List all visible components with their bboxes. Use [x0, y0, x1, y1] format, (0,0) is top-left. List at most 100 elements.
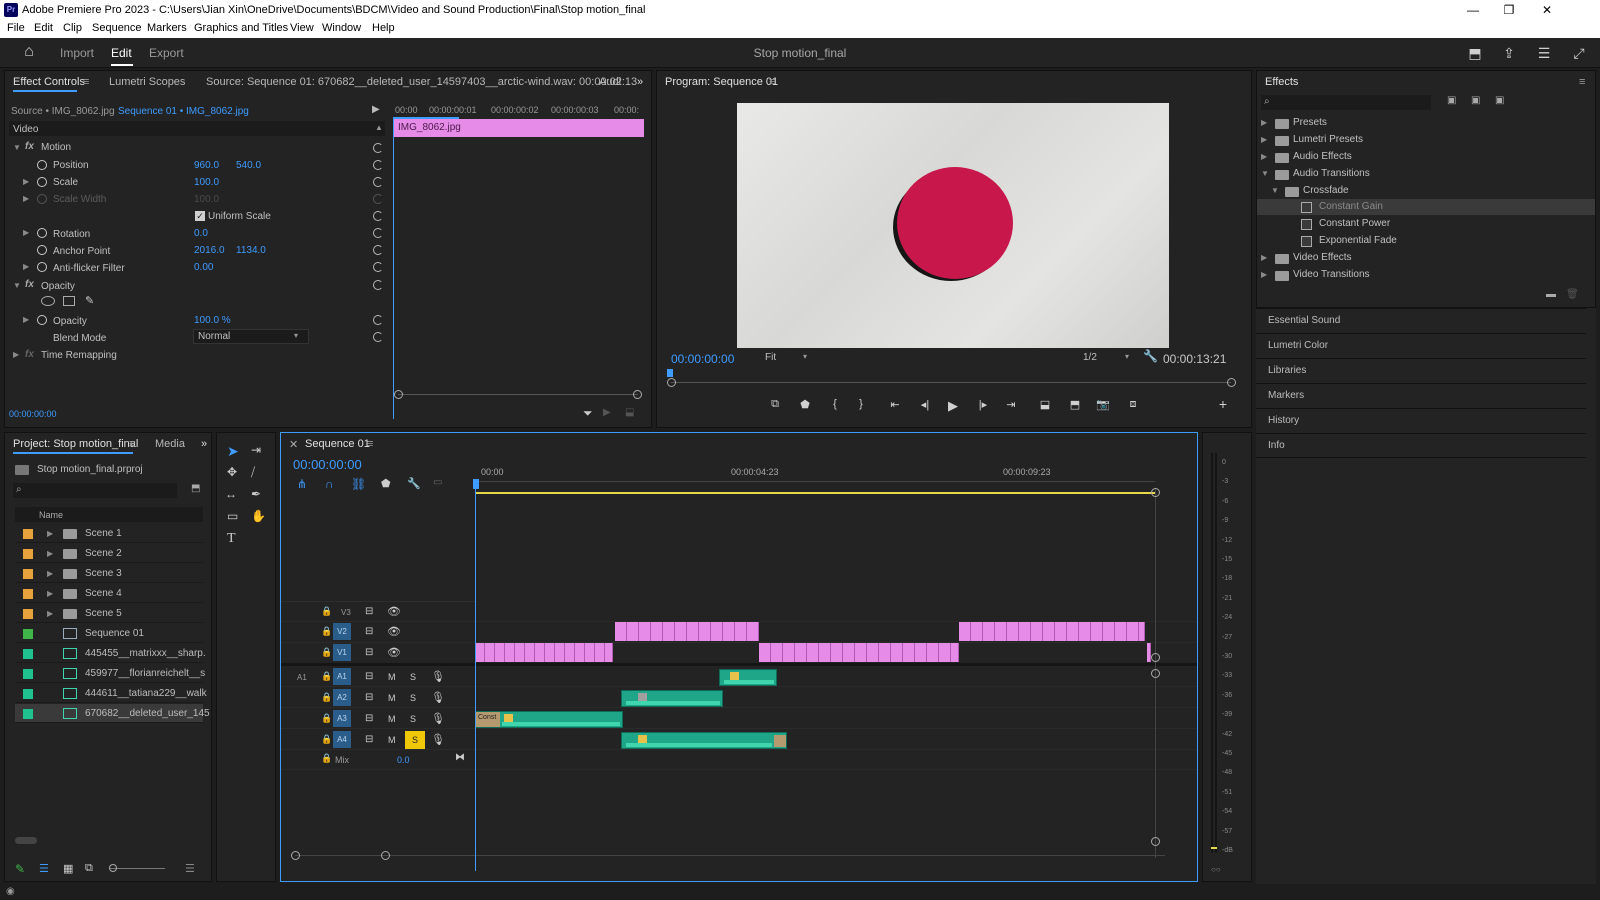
hand-tool-icon[interactable]: ✋ — [251, 509, 266, 523]
label-color-chip[interactable] — [23, 629, 33, 639]
hscroll-left[interactable] — [291, 851, 300, 860]
video-clip[interactable] — [959, 622, 971, 641]
hscroll-right[interactable] — [381, 851, 390, 860]
selection-tool-icon[interactable]: ➤ — [227, 443, 239, 460]
reset-opacity-icon[interactable] — [373, 315, 383, 325]
tree-expand-icon[interactable]: ▶ — [1261, 135, 1267, 144]
resolution-dropdown[interactable]: 1/2 ▾ — [1079, 350, 1137, 366]
home-icon[interactable]: ⌂ — [20, 43, 38, 61]
workspaces-icon[interactable]: ☰ — [1535, 44, 1553, 62]
effect-tree-item[interactable]: Audio Effects — [1293, 151, 1352, 162]
rectangle-mask-icon[interactable] — [63, 296, 75, 306]
panel-menu-icon[interactable]: ≡ — [83, 76, 89, 88]
effect-tree-item[interactable]: Constant Gain — [1319, 201, 1383, 212]
tree-expand-icon[interactable]: ▶ — [1261, 253, 1267, 262]
track-select-tool-icon[interactable]: ⇥ — [251, 443, 261, 457]
a4-lock-icon[interactable]: 🔒 — [321, 734, 332, 745]
zoom-slider-handle[interactable] — [109, 864, 117, 872]
menu-edit[interactable]: Edit — [34, 22, 53, 34]
video-clip[interactable] — [605, 643, 613, 662]
writable-icon[interactable]: ✎ — [15, 862, 25, 876]
icon-view-icon[interactable]: ▦ — [63, 862, 73, 875]
reset-anchor-icon[interactable] — [373, 245, 383, 255]
effects-menu-icon[interactable]: ≡ — [1579, 76, 1585, 88]
bin-expand-icon[interactable]: ▶ — [47, 589, 53, 598]
effect-tree-item[interactable]: Presets — [1293, 117, 1327, 128]
sort-icon[interactable]: ☰ — [185, 862, 195, 875]
bin-expand-icon[interactable]: ▶ — [47, 549, 53, 558]
opacity-value[interactable]: 100.0 % — [194, 315, 231, 326]
tab-lumetri-scopes[interactable]: Lumetri Scopes — [109, 76, 185, 88]
timeline-settings-icon[interactable]: 🔧 — [407, 477, 421, 490]
a4-target-button[interactable]: A4 — [333, 731, 351, 748]
project-more-icon[interactable]: » — [201, 438, 207, 450]
v2-eye-icon[interactable]: 👁 — [387, 625, 401, 638]
label-color-chip[interactable] — [23, 669, 33, 679]
mark-out-icon[interactable]: } — [853, 398, 869, 410]
vscroll-handle-mid[interactable] — [1151, 653, 1160, 662]
video-clip[interactable] — [595, 643, 605, 662]
video-clip[interactable] — [1139, 622, 1145, 641]
menu-help[interactable]: Help — [372, 22, 395, 34]
a3-mute-button[interactable]: M — [388, 714, 396, 724]
video-clip[interactable] — [927, 643, 939, 662]
maximize-button[interactable]: ❐ — [1494, 1, 1524, 19]
slip-tool-icon[interactable]: ↔ — [225, 487, 237, 501]
project-item[interactable]: 445455__matrixxx__sharp. — [15, 644, 206, 663]
project-search-input[interactable]: ⌕ — [13, 483, 177, 498]
tree-expand-icon[interactable]: ▼ — [1271, 186, 1279, 195]
timeline-playhead-line[interactable] — [475, 483, 476, 871]
lift-icon[interactable]: ⧉ — [767, 398, 783, 411]
tab-import[interactable]: Import — [60, 46, 94, 60]
find-icon[interactable]: ⬒ — [191, 483, 200, 494]
mix-go-to-icon[interactable]: ⧓ — [455, 752, 465, 763]
video-clip[interactable] — [843, 643, 855, 662]
list-view-icon[interactable]: ☰ — [39, 862, 49, 875]
work-area-bar[interactable] — [475, 492, 1155, 494]
anchor-y-value[interactable]: 1134.0 — [236, 245, 266, 256]
v3-eye-icon[interactable]: 👁 — [387, 605, 401, 618]
pen-tool-icon[interactable]: ✒ — [251, 487, 261, 501]
ellipse-mask-icon[interactable] — [41, 296, 55, 306]
video-clip[interactable] — [575, 643, 585, 662]
a4-sync-icon[interactable]: ⊟ — [365, 734, 373, 745]
effect-tree-item[interactable]: Video Effects — [1293, 252, 1352, 263]
uniform-scale-checkbox[interactable]: ✓ — [195, 211, 205, 221]
video-clip[interactable] — [495, 643, 505, 662]
video-clip[interactable] — [759, 643, 771, 662]
quick-export-icon[interactable]: ⬒ — [1466, 44, 1484, 62]
blend-mode-dropdown[interactable]: Normal ▾ — [193, 329, 309, 344]
audio-clip-a4[interactable] — [621, 732, 787, 749]
export-frame-icon[interactable]: 📷 — [1095, 398, 1111, 411]
video-clip[interactable] — [723, 622, 735, 641]
position-y-value[interactable]: 540.0 — [236, 160, 261, 171]
tab-source[interactable]: Source: Sequence 01: 670682__deleted_use… — [206, 76, 637, 88]
video-clip[interactable] — [515, 643, 525, 662]
a1-lock-icon[interactable]: 🔒 — [321, 671, 332, 682]
a2-target-button[interactable]: A2 — [333, 689, 351, 706]
video-clip[interactable] — [675, 622, 687, 641]
video-clip[interactable] — [565, 643, 575, 662]
v2-sync-icon[interactable]: ⊟ — [365, 626, 373, 637]
linked-selection-icon[interactable]: ⛓ — [351, 477, 366, 491]
ec-playhead[interactable] — [393, 119, 394, 419]
video-clip[interactable] — [585, 643, 595, 662]
close-button[interactable]: ✕ — [1532, 1, 1562, 19]
timeline-tab[interactable]: Sequence 01 — [305, 438, 370, 450]
mix-value[interactable]: 0.0 — [397, 755, 410, 765]
meter-solo-icon[interactable]: ○○ — [1211, 865, 1221, 874]
ec-zoom-handle-right[interactable] — [633, 390, 642, 399]
reset-blend-icon[interactable] — [373, 332, 383, 342]
transition-end[interactable] — [774, 735, 786, 747]
opacity-expand-icon[interactable]: ▼ — [13, 281, 21, 290]
a2-lock-icon[interactable]: 🔒 — [321, 692, 332, 703]
video-clip[interactable] — [915, 643, 927, 662]
video-clip[interactable] — [855, 643, 867, 662]
antiflicker-stopwatch-icon[interactable] — [37, 262, 47, 272]
lift-button-icon[interactable]: ⬓ — [1037, 398, 1053, 411]
panel-libraries[interactable]: Libraries — [1256, 358, 1586, 383]
transition-const[interactable]: Const — [476, 712, 500, 727]
program-timecode[interactable]: 00:00:00:00 — [671, 352, 734, 366]
project-item[interactable]: 670682__deleted_user_145 — [15, 704, 210, 723]
timeline-close-icon[interactable]: ✕ — [289, 438, 298, 451]
